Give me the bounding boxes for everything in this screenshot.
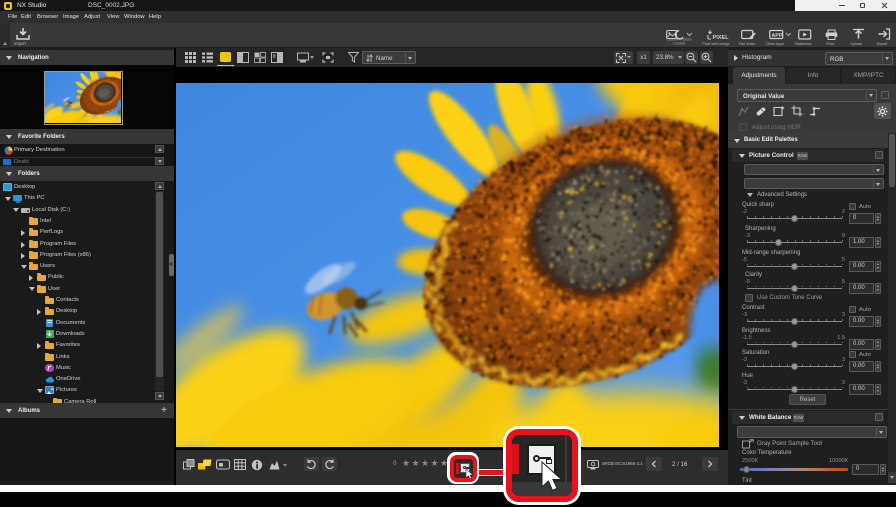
svg-text:PIXEL: PIXEL bbox=[713, 35, 730, 40]
svg-text:APP: APP bbox=[771, 33, 782, 39]
